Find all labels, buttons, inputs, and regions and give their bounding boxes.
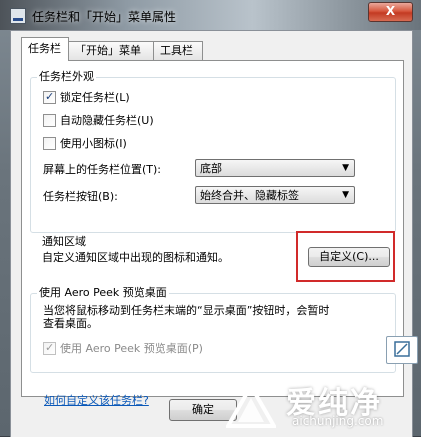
properties-window: 任务栏和「开始」菜单属性 X 任务栏 「开始」菜单 工具栏 任务栏外观 锁定任务… (0, 0, 421, 437)
taskbar-icon (10, 8, 26, 24)
notification-group: 通知区域 自定义通知区域中出现的图标和通知。 自定义(C)... (30, 231, 395, 285)
tab-taskbar[interactable]: 任务栏 (21, 37, 69, 61)
position-value: 底部 (200, 162, 222, 175)
dialog-body: 任务栏 「开始」菜单 工具栏 任务栏外观 锁定任务栏(L) 自动隐藏任务栏(U)… (10, 30, 413, 437)
resize-corner[interactable] (386, 336, 418, 364)
autohide-taskbar-label: 自动隐藏任务栏(U) (60, 114, 154, 127)
aero-peek-description-2: 查看桌面。 (43, 317, 98, 330)
buttons-select[interactable]: 始终合并、隐藏标签 ▼ (195, 186, 355, 204)
customize-button[interactable]: 自定义(C)... (308, 247, 390, 267)
watermark-logo-icon (226, 384, 276, 428)
title-bar[interactable]: 任务栏和「开始」菜单属性 X (0, 0, 421, 30)
watermark-url: aichunjing.com (292, 414, 384, 428)
dropdown-arrow-icon: ▼ (342, 163, 349, 173)
aero-peek-checkbox: 使用 Aero Peek 预览桌面(P) (43, 340, 203, 357)
position-select[interactable]: 底部 ▼ (195, 159, 355, 177)
buttons-value: 始终合并、隐藏标签 (200, 189, 299, 202)
aero-peek-legend: 使用 Aero Peek 预览桌面 (37, 286, 169, 300)
tab-panel-taskbar: 任务栏外观 锁定任务栏(L) 自动隐藏任务栏(U) 使用小图标(I) 屏幕上的任… (21, 60, 404, 407)
checkbox-checked-icon (43, 89, 56, 105)
tab-start-menu[interactable]: 「开始」菜单 (68, 41, 154, 60)
checkbox-unchecked-icon (43, 113, 56, 127)
help-link[interactable]: 如何自定义该任务栏? (44, 392, 149, 408)
checkbox-checked-icon (43, 340, 56, 356)
lock-taskbar-checkbox[interactable]: 锁定任务栏(L) (43, 89, 130, 106)
notification-description: 自定义通知区域中出现的图标和通知。 (42, 251, 229, 264)
lock-taskbar-label: 锁定任务栏(L) (60, 91, 130, 104)
close-button[interactable]: X (368, 2, 413, 22)
checkbox-unchecked-icon (43, 136, 56, 150)
appearance-legend: 任务栏外观 (37, 70, 96, 84)
dropdown-arrow-icon: ▼ (342, 190, 349, 200)
aero-peek-checkbox-label: 使用 Aero Peek 预览桌面(P) (60, 342, 203, 355)
aero-peek-group: 使用 Aero Peek 预览桌面 当您将鼠标移动到任务栏末端的“显示桌面”按钮… (30, 286, 396, 373)
autohide-taskbar-checkbox[interactable]: 自动隐藏任务栏(U) (43, 113, 154, 129)
appearance-group: 任务栏外观 锁定任务栏(L) 自动隐藏任务栏(U) 使用小图标(I) 屏幕上的任… (30, 70, 396, 233)
small-icons-label: 使用小图标(I) (60, 137, 127, 150)
small-icons-checkbox[interactable]: 使用小图标(I) (43, 136, 127, 152)
tab-toolbars[interactable]: 工具栏 (153, 41, 203, 60)
resize-grip-icon (394, 341, 410, 357)
aero-peek-description-1: 当您将鼠标移动到任务栏末端的“显示桌面”按钮时，会暂时 (43, 304, 330, 317)
notification-legend: 通知区域 (42, 235, 86, 249)
buttons-label: 任务栏按钮(B): (43, 190, 118, 203)
position-label: 屏幕上的任务栏位置(T): (43, 163, 162, 176)
window-title: 任务栏和「开始」菜单属性 (32, 10, 177, 24)
